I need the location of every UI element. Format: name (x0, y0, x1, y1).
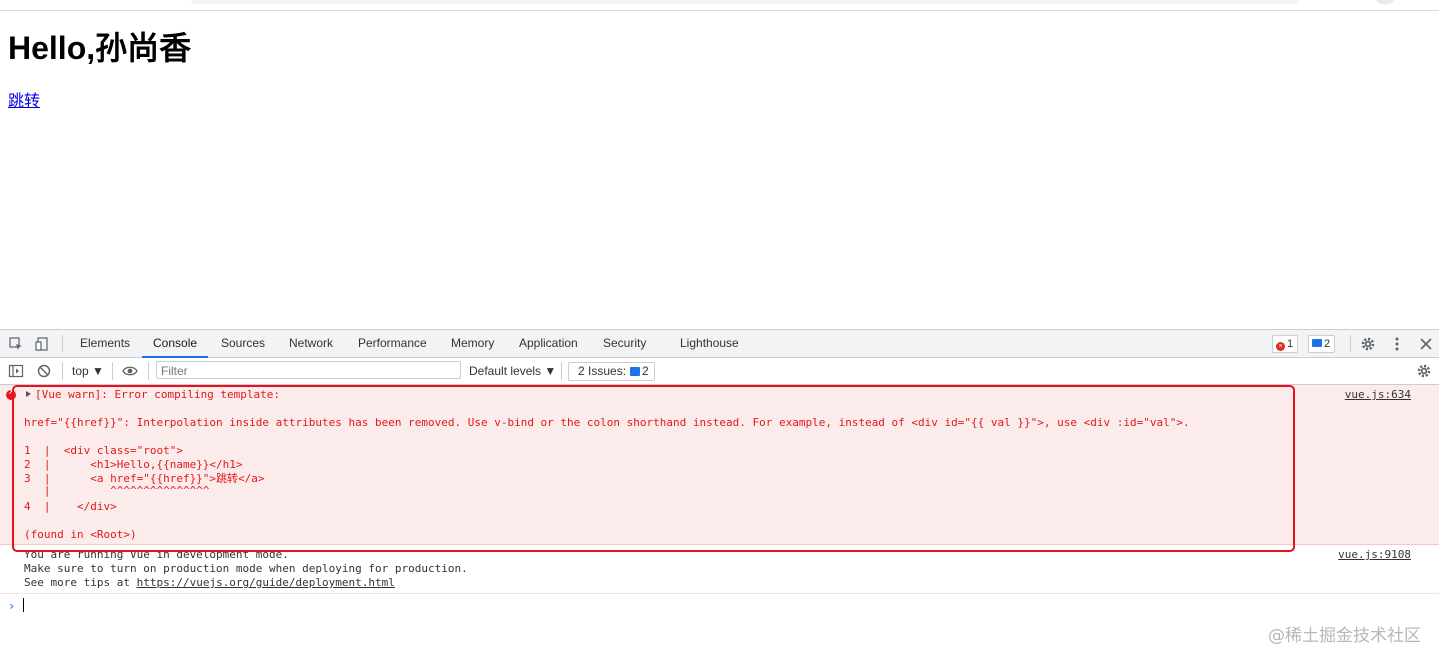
tab-security[interactable]: Security (592, 330, 657, 357)
error-count: 1 (1287, 338, 1294, 350)
tab-performance[interactable]: Performance (347, 330, 438, 357)
clear-console-icon[interactable] (36, 363, 52, 379)
deployment-guide-link[interactable]: https://vuejs.org/guide/deployment.html (137, 576, 395, 589)
sidebar-toggle-icon[interactable] (8, 363, 24, 379)
info-source-link[interactable]: vue.js:9108 (1338, 548, 1411, 562)
error-source-link[interactable]: vue.js:634 (1345, 388, 1411, 402)
tab-sources[interactable]: Sources (210, 330, 276, 357)
prompt-chevron-icon: › (8, 599, 16, 613)
page-content: Hello,孙尚香 跳转 (0, 11, 1439, 329)
divider (62, 335, 63, 352)
divider (1350, 335, 1351, 352)
message-icon (630, 367, 641, 376)
eye-icon[interactable] (122, 363, 138, 379)
issues-count: 2 (642, 364, 649, 378)
inspect-element-icon[interactable] (8, 336, 24, 352)
tab-network[interactable]: Network (278, 330, 344, 357)
tab-application[interactable]: Application (508, 330, 589, 357)
default-levels-dropdown[interactable]: Default levels ▼ (469, 358, 556, 384)
profile-button[interactable] (1376, 0, 1394, 4)
tab-elements[interactable]: Elements (69, 330, 141, 357)
device-toolbar-icon[interactable] (35, 336, 51, 352)
info-line: Make sure to turn on production mode whe… (24, 562, 468, 575)
address-bar[interactable] (190, 0, 1300, 4)
context-selector[interactable]: top ▼ (72, 358, 104, 384)
divider (561, 362, 562, 380)
tab-memory[interactable]: Memory (440, 330, 505, 357)
console-settings-gear-icon[interactable] (1416, 363, 1432, 379)
filter-input[interactable]: Filter (156, 361, 461, 379)
browser-top-strip (0, 0, 1439, 11)
console-input[interactable] (23, 598, 24, 612)
issues-label: 2 Issues: (578, 364, 627, 378)
page-heading: Hello,孙尚香 (8, 30, 192, 66)
divider (62, 362, 63, 380)
message-icon (1312, 339, 1322, 347)
error-count-badge[interactable]: × 1 (1272, 335, 1299, 353)
settings-gear-icon[interactable] (1360, 336, 1376, 352)
divider (112, 362, 113, 380)
watermark: @稀土掘金技术社区 (1268, 626, 1421, 646)
annotation-highlight-box (12, 385, 1295, 552)
issues-button[interactable]: 2 Issues: 2 (568, 362, 655, 381)
message-count-badge[interactable]: 2 (1308, 335, 1336, 353)
info-prefix: See more tips at (24, 576, 137, 589)
tab-lighthouse[interactable]: Lighthouse (669, 330, 750, 357)
info-line: See more tips at https://vuejs.org/guide… (24, 576, 395, 590)
divider (148, 362, 149, 380)
console-toolbar: top ▼ Filter Default levels ▼ 2 Issues: 2 (0, 358, 1439, 385)
close-icon[interactable] (1418, 336, 1434, 352)
more-options-icon[interactable] (1389, 336, 1405, 352)
error-icon: × (1276, 342, 1285, 351)
jump-link[interactable]: 跳转 (8, 87, 40, 111)
tab-console[interactable]: Console (142, 330, 209, 358)
info-message: You are running Vue in development mode.… (0, 545, 1439, 594)
message-count: 2 (1324, 338, 1331, 350)
devtools-tabbar: Elements Console Sources Network Perform… (0, 330, 1439, 358)
